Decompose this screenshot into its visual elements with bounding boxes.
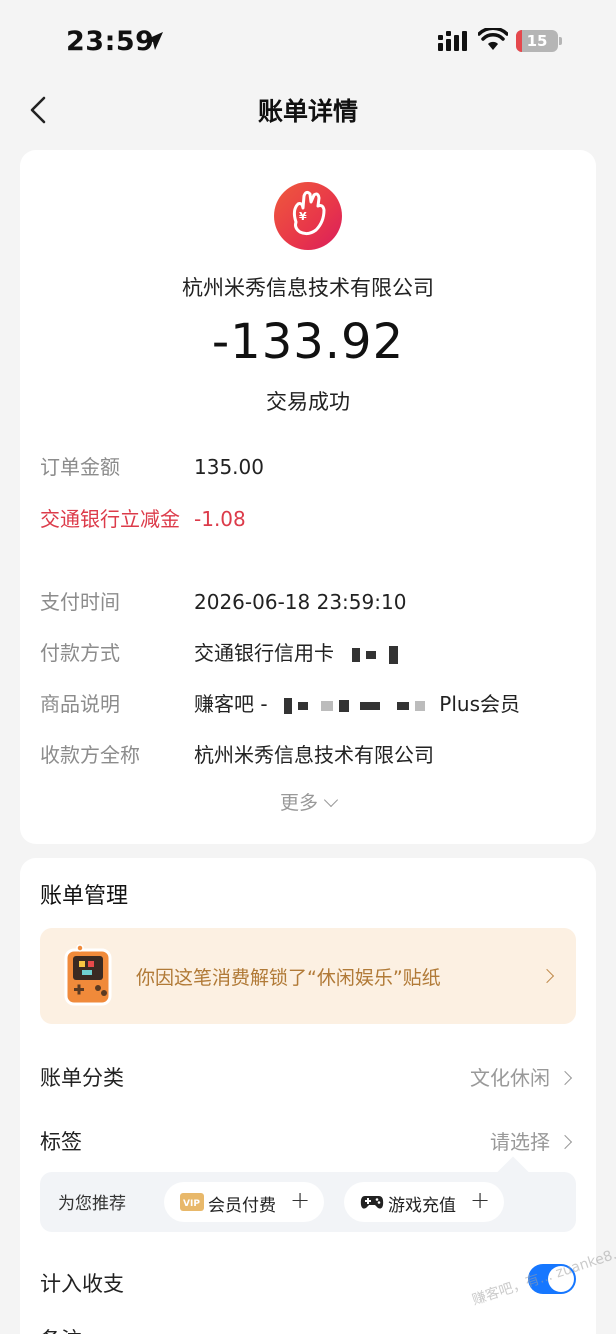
tags-row[interactable]: 标签 请选择 [40,1120,576,1160]
redacted-mosaic [274,692,439,716]
transaction-status: 交易成功 [266,390,350,414]
chevron-down-icon [323,792,339,808]
redacted-mosaic [340,641,401,665]
category-value: 文化休闲 [470,1066,550,1090]
detail-label: 支付时间 [40,590,120,614]
notes-row[interactable]: 备注 [40,1318,576,1334]
chevron-right-icon [539,968,555,984]
gamepad-icon [360,1196,384,1209]
detail-label: 商品说明 [40,692,120,716]
chevron-right-icon [557,1134,573,1150]
detail-value: 交通银行信用卡 [194,641,334,665]
detail-value-wrap: 赚客吧 - Plus会员 [194,689,520,720]
category-row[interactable]: 账单分类 文化休闲 [40,1056,576,1096]
chip-label: 会员付费 [208,1196,276,1216]
plus-icon: + [290,1186,311,1214]
transaction-amount: -133.92 [211,314,405,370]
income-expense-label: 计入收支 [40,1272,124,1296]
detail-value: 135.00 [194,455,264,479]
tags-label: 标签 [40,1130,82,1154]
chip-game-recharge[interactable]: 游戏充值 + [344,1182,504,1222]
nav-bar: 账单详情 [0,84,616,134]
battery-percent: 15 [526,32,548,50]
bill-summary-card: ¥ 杭州米秀信息技术有限公司 -133.92 交易成功 订单金额 135.00 … [20,150,596,844]
tag-recommendations: 为您推荐 VIP 会员付费 + 游戏充值 + [40,1156,576,1232]
chip-label: 游戏充值 [388,1196,456,1216]
notes-label: 备注 [40,1324,82,1334]
more-button[interactable]: 更多 [20,788,596,815]
status-bar: 23:59 15 [0,0,616,84]
plus-icon: + [470,1186,491,1214]
tags-value: 请选择 [490,1130,550,1154]
recommend-label: 为您推荐 [58,1194,126,1214]
status-time: 23:59 [66,26,155,57]
hand-coin-icon: ¥ [292,190,326,236]
game-console-sticker-icon [64,944,112,1006]
svg-text:¥: ¥ [299,210,307,223]
merchant-logo: ¥ [274,182,342,250]
detail-label: 收款方全称 [40,743,140,767]
sticker-banner-text: 你因这笔消费解锁了“休闲娱乐”贴纸 [136,967,441,989]
cellular-signal-icon [438,31,467,51]
battery-icon: 15 [516,30,562,52]
svg-text:VIP: VIP [183,1199,200,1209]
detail-label: 交通银行立减金 [40,507,180,531]
vip-icon: VIP [180,1193,204,1211]
page-title: 账单详情 [257,97,358,126]
detail-value-wrap: 交通银行信用卡 [194,638,401,669]
detail-value: 2026-06-18 23:59:10 [194,590,407,614]
detail-label: 订单金额 [40,455,120,479]
bill-management-card: 账单管理 你因这笔消费解锁了“休闲娱乐”贴纸 账单分类 文化休闲 标签 请选择 … [20,858,596,1334]
detail-value-suffix: Plus会员 [439,692,521,716]
detail-label: 付款方式 [40,641,120,665]
location-arrow-icon [145,32,163,50]
sticker-unlock-banner[interactable]: 你因这笔消费解锁了“休闲娱乐”贴纸 [40,928,576,1024]
wifi-icon [478,28,508,50]
more-label: 更多 [279,792,318,814]
detail-value: -1.08 [194,507,246,531]
chevron-right-icon [557,1070,573,1086]
category-label: 账单分类 [40,1066,124,1090]
merchant-name: 杭州米秀信息技术有限公司 [182,276,434,300]
detail-value: 杭州米秀信息技术有限公司 [194,743,434,767]
chip-member-payment[interactable]: VIP 会员付费 + [164,1182,324,1222]
detail-value-prefix: 赚客吧 - [194,692,268,716]
section-title: 账单管理 [40,884,129,909]
